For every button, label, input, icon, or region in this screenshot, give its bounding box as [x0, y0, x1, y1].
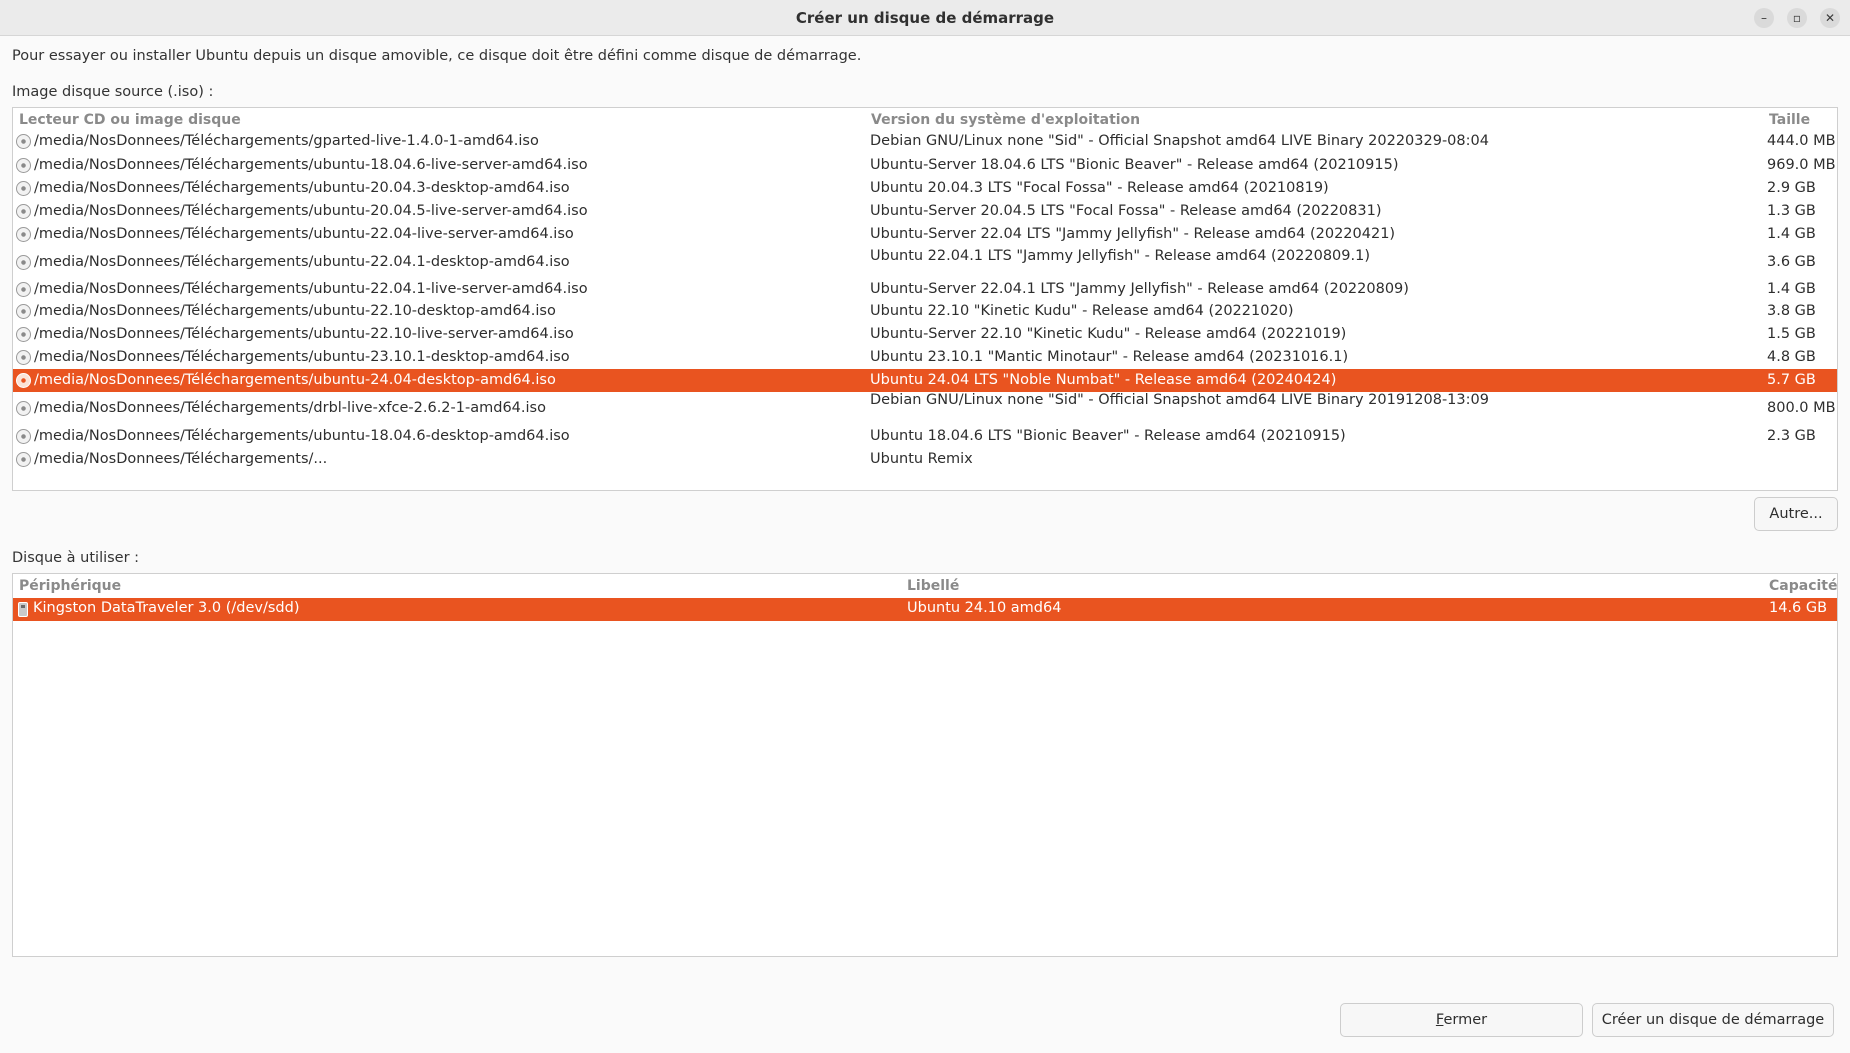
- iso-row[interactable]: /media/NosDonnees/Téléchargements/ubuntu…: [13, 346, 1837, 369]
- iso-row[interactable]: /media/NosDonnees/Téléchargements/ubuntu…: [13, 300, 1837, 323]
- iso-size: 2.9 GB: [1767, 180, 1816, 196]
- intro-text: Pour essayer ou installer Ubuntu depuis …: [12, 48, 862, 64]
- column-header-label[interactable]: Libellé: [907, 574, 959, 598]
- iso-version: Ubuntu 24.04 LTS "Noble Numbat" - Releas…: [870, 372, 1337, 388]
- iso-row[interactable]: /media/NosDonnees/Téléchargements/ubuntu…: [13, 200, 1837, 223]
- iso-row[interactable]: /media/NosDonnees/Téléchargements/ubuntu…: [13, 154, 1837, 177]
- iso-row[interactable]: /media/NosDonnees/Téléchargements/... Ubu…: [13, 448, 1837, 471]
- disc-icon: [16, 282, 31, 297]
- disc-icon: [16, 227, 31, 242]
- iso-path: /media/NosDonnees/Téléchargements/ubuntu…: [34, 428, 570, 444]
- disc-icon: [16, 204, 31, 219]
- iso-size: 3.6 GB: [1767, 254, 1816, 270]
- iso-path: /media/NosDonnees/Téléchargements/ubuntu…: [34, 157, 588, 173]
- iso-size: 5.7 GB: [1767, 372, 1816, 388]
- iso-size: 4.8 GB: [1767, 349, 1816, 365]
- iso-path: /media/NosDonnees/Téléchargements/gparte…: [34, 133, 539, 149]
- column-header-device[interactable]: Périphérique: [19, 574, 121, 598]
- iso-row[interactable]: /media/NosDonnees/Téléchargements/ubuntu…: [13, 369, 1837, 392]
- iso-version: Debian GNU/Linux none "Sid" - Official S…: [870, 392, 1489, 408]
- disc-icon: [16, 134, 31, 149]
- disk-label: Disque à utiliser :: [12, 550, 140, 566]
- iso-path: /media/NosDonnees/Téléchargements/ubuntu…: [34, 180, 570, 196]
- iso-row[interactable]: /media/NosDonnees/Téléchargements/gparte…: [13, 130, 1837, 153]
- iso-version: Ubuntu-Server 18.04.6 LTS "Bionic Beaver…: [870, 157, 1399, 173]
- iso-version: Ubuntu 20.04.3 LTS "Focal Fossa" - Relea…: [870, 180, 1329, 196]
- minimize-icon[interactable]: –: [1754, 8, 1774, 28]
- disc-icon: [16, 350, 31, 365]
- create-startup-disk-button[interactable]: Créer un disque de démarrage: [1592, 1003, 1834, 1037]
- iso-version: Debian GNU/Linux none "Sid" - Official S…: [870, 133, 1489, 149]
- iso-path: /media/NosDonnees/Téléchargements/ubuntu…: [34, 203, 588, 219]
- usb-drive-icon: [18, 602, 28, 617]
- disc-icon: [16, 373, 31, 388]
- iso-version: Ubuntu 18.04.6 LTS "Bionic Beaver" - Rel…: [870, 428, 1346, 444]
- iso-row[interactable]: /media/NosDonnees/Téléchargements/ubuntu…: [13, 248, 1837, 278]
- disc-icon: [16, 304, 31, 319]
- iso-path: /media/NosDonnees/Téléchargements/...: [34, 451, 328, 467]
- iso-size: 969.0 MB: [1767, 157, 1836, 173]
- disk-row[interactable]: Kingston DataTraveler 3.0 (/dev/sdd) Ubun…: [13, 598, 1837, 621]
- column-header-capacity[interactable]: Capacité: [1769, 574, 1837, 598]
- disc-icon: [16, 181, 31, 196]
- title-bar: Créer un disque de démarrage – ▫ ✕: [0, 0, 1850, 36]
- iso-version: Ubuntu 22.10 "Kinetic Kudu" - Release am…: [870, 303, 1294, 319]
- iso-path: /media/NosDonnees/Téléchargements/ubuntu…: [34, 226, 574, 242]
- iso-path: /media/NosDonnees/Téléchargements/ubuntu…: [34, 303, 556, 319]
- iso-path: /media/NosDonnees/Téléchargements/ubuntu…: [34, 281, 588, 297]
- iso-row[interactable]: /media/NosDonnees/Téléchargements/drbl-l…: [13, 392, 1837, 425]
- disc-icon: [16, 452, 31, 467]
- other-iso-button[interactable]: Autre...: [1754, 497, 1838, 531]
- iso-version: Ubuntu-Server 20.04.5 LTS "Focal Fossa" …: [870, 203, 1382, 219]
- iso-size: 2.3 GB: [1767, 428, 1816, 444]
- disk-label-value: Ubuntu 24.10 amd64: [907, 600, 1062, 616]
- iso-size: 1.4 GB: [1767, 281, 1816, 297]
- iso-path: /media/NosDonnees/Téléchargements/ubuntu…: [34, 372, 556, 388]
- disc-icon: [16, 158, 31, 173]
- iso-size: 1.3 GB: [1767, 203, 1816, 219]
- disc-icon: [16, 401, 31, 416]
- iso-row[interactable]: /media/NosDonnees/Téléchargements/ubuntu…: [13, 223, 1837, 246]
- disk-device: Kingston DataTraveler 3.0 (/dev/sdd): [33, 600, 300, 616]
- iso-version: Ubuntu-Server 22.10 "Kinetic Kudu" - Rel…: [870, 326, 1347, 342]
- iso-row[interactable]: /media/NosDonnees/Téléchargements/ubuntu…: [13, 278, 1837, 301]
- window-title: Créer un disque de démarrage: [795, 9, 1055, 27]
- iso-version: Ubuntu-Server 22.04.1 LTS "Jammy Jellyfi…: [870, 281, 1409, 297]
- iso-path: /media/NosDonnees/Téléchargements/ubuntu…: [34, 254, 570, 270]
- column-header-image[interactable]: Lecteur CD ou image disque: [19, 108, 241, 132]
- disc-icon: [16, 327, 31, 342]
- iso-path: /media/NosDonnees/Téléchargements/ubuntu…: [34, 349, 570, 365]
- maximize-icon[interactable]: ▫: [1787, 8, 1807, 28]
- close-icon[interactable]: ✕: [1820, 8, 1840, 28]
- disk-list[interactable]: Périphérique Libellé Capacité Kingston D…: [12, 573, 1838, 957]
- iso-row[interactable]: /media/NosDonnees/Téléchargements/ubuntu…: [13, 323, 1837, 346]
- column-header-version[interactable]: Version du système d'exploitation: [871, 108, 1140, 132]
- disc-icon: [16, 255, 31, 270]
- iso-version: Ubuntu Remix: [870, 451, 973, 467]
- iso-size: 444.0 MB: [1767, 133, 1836, 149]
- iso-size: 3.8 GB: [1767, 303, 1816, 319]
- iso-path: /media/NosDonnees/Téléchargements/ubuntu…: [34, 326, 574, 342]
- iso-version: Ubuntu 22.04.1 LTS "Jammy Jellyfish" - R…: [870, 248, 1370, 264]
- disk-capacity: 14.6 GB: [1769, 600, 1828, 616]
- source-image-list[interactable]: Lecteur CD ou image disque Version du sy…: [12, 107, 1838, 491]
- iso-path: /media/NosDonnees/Téléchargements/drbl-l…: [34, 400, 546, 416]
- iso-row[interactable]: /media/NosDonnees/Téléchargements/ubuntu…: [13, 425, 1837, 448]
- iso-version: Ubuntu 23.10.1 "Mantic Minotaur" - Relea…: [870, 349, 1349, 365]
- disc-icon: [16, 429, 31, 444]
- iso-row[interactable]: /media/NosDonnees/Téléchargements/ubuntu…: [13, 177, 1837, 200]
- iso-size: 800.0 MB: [1767, 400, 1836, 416]
- iso-version: Ubuntu-Server 22.04 LTS "Jammy Jellyfish…: [870, 226, 1396, 242]
- iso-size: 1.4 GB: [1767, 226, 1816, 242]
- column-header-size[interactable]: Taille: [1769, 108, 1810, 132]
- source-image-label: Image disque source (.iso) :: [12, 84, 214, 100]
- iso-size: 1.5 GB: [1767, 326, 1816, 342]
- close-button[interactable]: Fermer: [1340, 1003, 1583, 1037]
